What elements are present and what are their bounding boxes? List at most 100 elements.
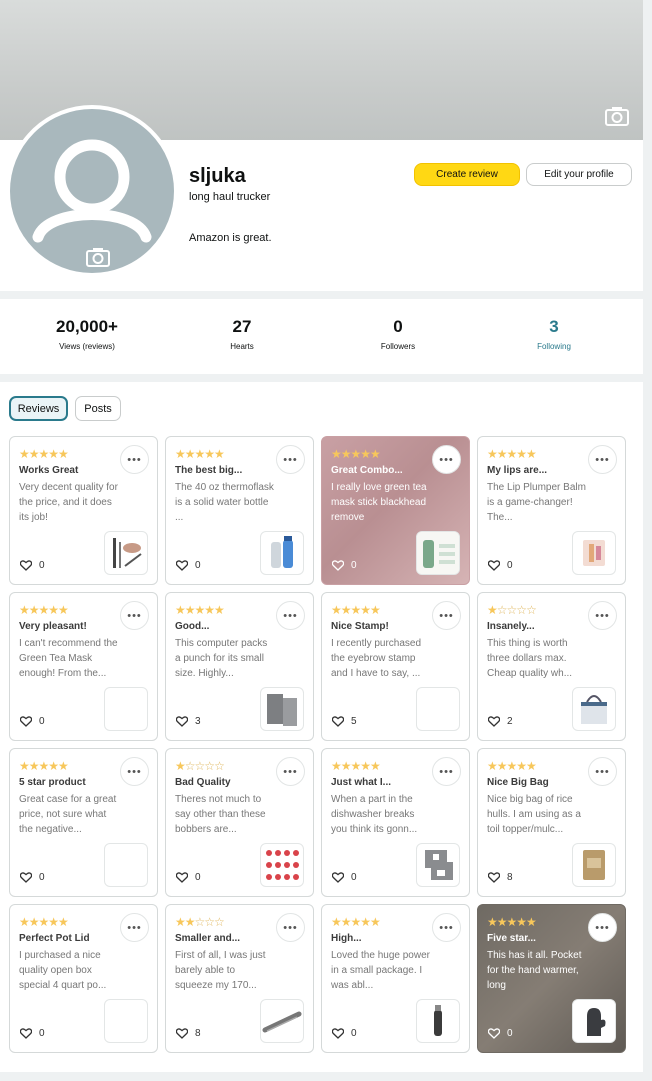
review-title: My lips are... [487, 465, 548, 476]
like-button[interactable]: 0 [176, 872, 201, 883]
more-options-button[interactable]: ••• [588, 913, 617, 942]
product-thumbnail[interactable] [104, 687, 148, 731]
product-thumbnail[interactable] [416, 999, 460, 1043]
product-thumbnail[interactable] [260, 999, 304, 1043]
edit-profile-button[interactable]: Edit your profile [526, 163, 632, 186]
more-options-button[interactable]: ••• [588, 445, 617, 474]
stat-followers[interactable]: 0 Followers [328, 317, 468, 351]
product-thumbnail[interactable] [260, 687, 304, 731]
star-rating: ★★★★★ [331, 603, 381, 617]
product-thumbnail[interactable] [260, 843, 304, 887]
review-card[interactable]: ★★★★★ Good... This computer packs a punch … [165, 592, 314, 741]
review-card[interactable]: ★★☆☆☆ Smaller and... First of all, I was j… [165, 904, 314, 1053]
more-options-button[interactable]: ••• [432, 757, 461, 786]
more-options-button[interactable]: ••• [588, 601, 617, 630]
heart-icon [20, 560, 32, 571]
more-options-button[interactable]: ••• [276, 601, 305, 630]
review-card[interactable]: ★★★★★ Works Great Very decent quality for … [9, 436, 158, 585]
more-options-button[interactable]: ••• [120, 913, 149, 942]
tab-reviews[interactable]: Reviews [9, 396, 68, 421]
review-card[interactable]: ★★★★★ Nice Stamp! I recently purchased the… [321, 592, 470, 741]
like-count: 5 [351, 716, 357, 727]
product-thumbnail[interactable] [416, 531, 460, 575]
star-rating: ★★☆☆☆ [175, 915, 225, 929]
review-card[interactable]: ★★★★★ Very pleasant! I can't recommend the… [9, 592, 158, 741]
review-card[interactable]: ★★★★★ Just what I... When a part in the di… [321, 748, 470, 897]
stat-views: 20,000+ Views (reviews) [17, 317, 157, 351]
more-options-button[interactable]: ••• [432, 913, 461, 942]
like-button[interactable]: 0 [20, 1028, 45, 1039]
more-options-button[interactable]: ••• [120, 445, 149, 474]
product-thumbnail[interactable] [572, 999, 616, 1043]
stat-value: 27 [232, 317, 252, 336]
like-button[interactable]: 0 [332, 560, 357, 571]
like-button[interactable]: 0 [488, 1028, 513, 1039]
review-snippet: I can't recommend the Green Tea Mask eno… [19, 638, 118, 679]
product-thumbnail[interactable] [260, 531, 304, 575]
camera-icon[interactable] [86, 247, 110, 267]
heart-icon [176, 560, 188, 571]
camera-icon[interactable] [605, 106, 629, 126]
review-card[interactable]: ★★★★★ High... Loved the huge power in a sm… [321, 904, 470, 1053]
review-card[interactable]: ★★★★★ Great Combo... I really love green t… [321, 436, 470, 585]
review-card[interactable]: ★★★★★ Five star... This has it all. Pocket… [477, 904, 626, 1053]
like-count: 0 [351, 872, 357, 883]
like-button[interactable]: 0 [488, 560, 513, 571]
like-count: 0 [39, 560, 45, 571]
heart-icon [332, 560, 344, 571]
product-thumbnail[interactable] [104, 843, 148, 887]
product-thumbnail[interactable] [104, 531, 148, 575]
review-title: Good... [175, 621, 210, 632]
stat-hearts: 27 Hearts [172, 317, 312, 351]
like-button[interactable]: 2 [488, 716, 513, 727]
review-card[interactable]: ★★★★★ My lips are... The Lip Plumper Balm … [477, 436, 626, 585]
review-card[interactable]: ★★★★★ 5 star product Great case for a grea… [9, 748, 158, 897]
like-count: 0 [351, 1028, 357, 1039]
more-options-button[interactable]: ••• [432, 601, 461, 630]
product-thumbnail[interactable] [572, 531, 616, 575]
create-review-button[interactable]: Create review [414, 163, 520, 186]
stat-following[interactable]: 3 Following [484, 317, 624, 351]
like-button[interactable]: 0 [332, 872, 357, 883]
heart-icon [176, 1028, 188, 1039]
review-card[interactable]: ★★★★★ Nice Big Bag Nice big bag of rice hu… [477, 748, 626, 897]
star-rating: ★★★★★ [175, 603, 225, 617]
more-options-button[interactable]: ••• [276, 757, 305, 786]
product-thumbnail[interactable] [572, 843, 616, 887]
product-thumbnail[interactable] [416, 687, 460, 731]
tab-posts[interactable]: Posts [75, 396, 121, 421]
product-thumbnail[interactable] [104, 999, 148, 1043]
star-rating: ★★★★★ [175, 447, 225, 461]
like-button[interactable]: 0 [20, 716, 45, 727]
more-options-button[interactable]: ••• [276, 445, 305, 474]
like-button[interactable]: 3 [176, 716, 201, 727]
like-count: 0 [507, 560, 513, 571]
review-card[interactable]: ★☆☆☆☆ Insanely... This thing is worth thre… [477, 592, 626, 741]
like-button[interactable]: 0 [20, 560, 45, 571]
avatar[interactable] [6, 105, 178, 277]
review-snippet: Very decent quality for the price, and i… [19, 482, 118, 523]
like-button[interactable]: 5 [332, 716, 357, 727]
more-options-button[interactable]: ••• [276, 913, 305, 942]
like-button[interactable]: 8 [488, 872, 513, 883]
review-snippet: This has it all. Pocket for the hand war… [487, 950, 582, 991]
like-button[interactable]: 0 [176, 560, 201, 571]
review-title: Just what I... [331, 777, 392, 788]
review-card[interactable]: ★★★★★ The best big... The 40 oz thermoflas… [165, 436, 314, 585]
review-card[interactable]: ★★★★★ Perfect Pot Lid I purchased a nice q… [9, 904, 158, 1053]
review-snippet: Loved the huge power in a small package.… [331, 950, 430, 991]
more-options-button[interactable]: ••• [432, 445, 461, 474]
profile-subtitle: long haul trucker [189, 191, 271, 203]
like-button[interactable]: 0 [20, 872, 45, 883]
like-button[interactable]: 8 [176, 1028, 201, 1039]
more-options-button[interactable]: ••• [588, 757, 617, 786]
review-card[interactable]: ★☆☆☆☆ Bad Quality Theres not much to say o… [165, 748, 314, 897]
more-options-button[interactable]: ••• [120, 601, 149, 630]
more-options-button[interactable]: ••• [120, 757, 149, 786]
like-count: 0 [507, 1028, 513, 1039]
product-thumbnail[interactable] [416, 843, 460, 887]
like-button[interactable]: 0 [332, 1028, 357, 1039]
review-title: High... [331, 933, 362, 944]
product-thumbnail[interactable] [572, 687, 616, 731]
like-count: 0 [351, 560, 357, 571]
